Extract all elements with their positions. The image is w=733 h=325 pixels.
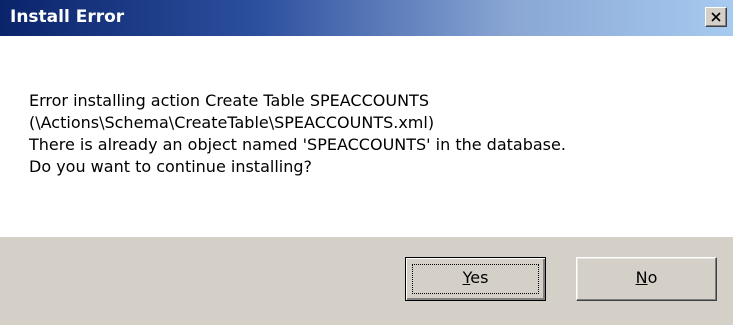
button-panel: Yes No — [0, 237, 733, 325]
message-line-detail: There is already an object named 'SPEACC… — [29, 135, 566, 154]
no-mnemonic: N — [635, 268, 648, 287]
no-button[interactable]: No — [576, 257, 717, 301]
window-title: Install Error — [10, 7, 125, 27]
no-label-rest: o — [647, 268, 658, 287]
message-line-error: Error installing action Create Table SPE… — [29, 91, 429, 110]
install-error-dialog: Install Error Error installing action Cr… — [0, 0, 733, 325]
yes-label-rest: es — [470, 268, 489, 287]
message-line-path: (\Actions\Schema\CreateTable\SPEACCOUNTS… — [29, 113, 435, 132]
message-line-question: Do you want to continue installing? — [29, 157, 312, 176]
yes-button[interactable]: Yes — [405, 257, 546, 301]
error-message: Error installing action Create Table SPE… — [29, 90, 566, 178]
title-bar[interactable]: Install Error — [0, 0, 733, 36]
close-button[interactable] — [705, 7, 727, 27]
close-icon — [711, 12, 721, 22]
